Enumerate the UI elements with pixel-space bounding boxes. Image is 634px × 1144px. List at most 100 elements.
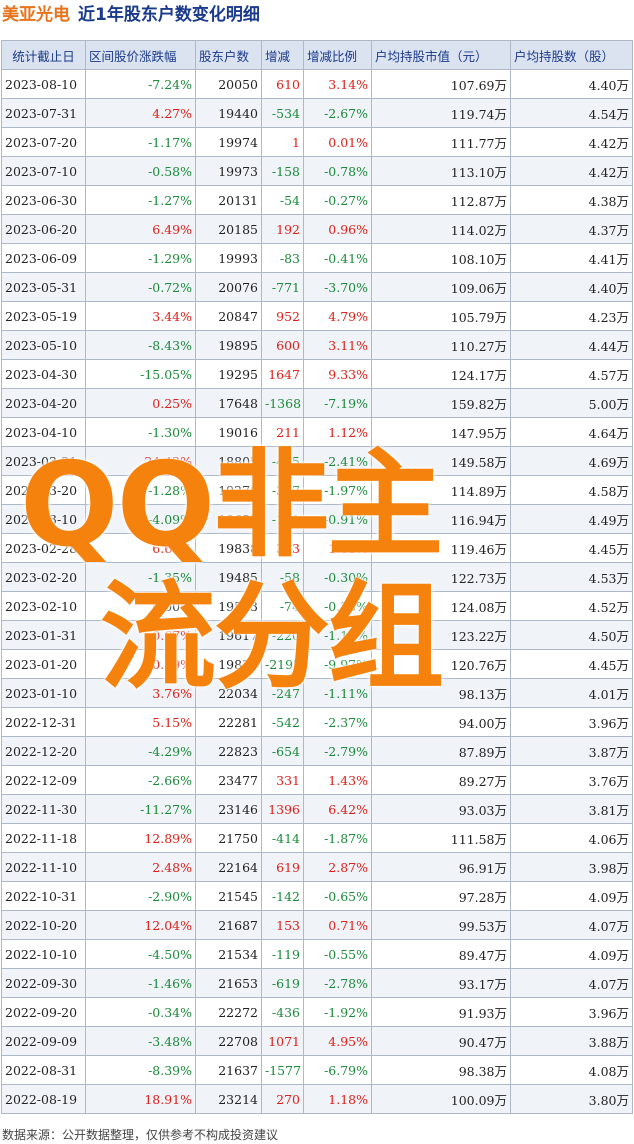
table-cell: -142 (261, 881, 304, 911)
table-cell: -7.19% (303, 388, 372, 418)
table-cell: 12.89% (85, 823, 196, 853)
table-cell: 2022-12-20 (1, 736, 86, 766)
table-cell: -1.46% (85, 968, 196, 998)
table-cell: -1.28% (85, 475, 196, 505)
table-row: 2022-12-20 -4.29% 22823 -654 -2.79% 87.89万 3.8… (1, 736, 633, 766)
table-cell: 4.09万 (510, 939, 633, 969)
table-cell: 19485 (195, 562, 262, 592)
table-cell: 19440 (195, 98, 262, 128)
table-cell: 1647 (261, 359, 304, 389)
table-cell: -1.27% (85, 185, 196, 215)
table-cell: -0.38% (303, 591, 372, 621)
table-cell: -619 (261, 968, 304, 998)
col-header: 户均持股市值（元） (371, 40, 511, 70)
table-cell: 4.79% (303, 301, 372, 331)
table-cell: 2023-04-10 (1, 417, 86, 447)
table-cell: 2023-06-20 (1, 214, 86, 244)
table-cell: 22164 (195, 852, 262, 882)
table-cell: 2022-08-31 (1, 1055, 86, 1085)
table-row: 2022-12-31 5.15% 22281 -542 -2.37% 94.00万 3.96… (1, 707, 633, 737)
table-cell: 18805 (195, 446, 262, 476)
table-cell: -2.90% (85, 881, 196, 911)
stock-name: 美亚光电 (2, 5, 70, 25)
table-cell: 87.89万 (371, 736, 511, 766)
table-cell: 19270 (195, 475, 262, 505)
table-cell: 4.57万 (510, 359, 633, 389)
table-row: 2023-05-10 -8.43% 19895 600 3.11% 110.27万 4.44… (1, 330, 633, 360)
table-cell: -11.27% (85, 794, 196, 824)
table-cell: 0.71% (303, 910, 372, 940)
table-cell: 4.49万 (510, 504, 633, 534)
table-cell: 21750 (195, 823, 262, 853)
table-cell: -7.24% (85, 69, 196, 99)
table-cell: 2022-12-09 (1, 765, 86, 795)
table-cell: 3.76万 (510, 765, 633, 795)
table-cell: -1577 (261, 1055, 304, 1085)
table-cell: 6.49% (85, 214, 196, 244)
table-cell: 159.82万 (371, 388, 511, 418)
table-row: 2023-07-20 -1.17% 19974 1 0.01% 111.77万 4.42万 (1, 127, 633, 157)
table-cell: 2023-06-09 (1, 243, 86, 273)
table-cell: 2022-11-18 (1, 823, 86, 853)
table-cell: 19973 (195, 156, 262, 186)
table-cell: -1.11% (303, 678, 372, 708)
table-cell: 331 (261, 765, 304, 795)
table-cell: 22272 (195, 997, 262, 1027)
table-cell: -0.58% (85, 156, 196, 186)
table-cell: 4.50万 (510, 620, 633, 650)
table-row: 2022-08-19 18.91% 23214 270 1.18% 100.09万 3.80… (1, 1084, 633, 1114)
table-cell: 2022-10-31 (1, 881, 86, 911)
table-row: 2022-10-31 -2.90% 21545 -142 -0.65% 97.28万 4.0… (1, 881, 633, 911)
table-row: 2023-02-28 6.68% 19838 353 1.81% 119.46万 4.45万 (1, 533, 633, 563)
table-cell: 19837 (195, 649, 262, 679)
table-cell: 3.88万 (510, 1026, 633, 1056)
table-cell: 2022-11-10 (1, 852, 86, 882)
table-cell: -9.97% (303, 649, 372, 679)
table-cell: 2022-09-09 (1, 1026, 86, 1056)
table-cell: 4.53万 (510, 562, 633, 592)
table-row: 2022-09-09 -3.48% 22708 1071 4.95% 90.47万 3.88… (1, 1026, 633, 1056)
table-body: 2023-08-10 -7.24% 20050 610 3.14% 107.69万 4.40… (1, 69, 633, 1114)
table-cell: -2.66% (85, 765, 196, 795)
table-cell: 4.54万 (510, 98, 633, 128)
table-row: 2022-11-30 -11.27% 23146 1396 6.42% 93.03万 3.8… (1, 794, 633, 824)
table-cell: 2023-07-10 (1, 156, 86, 186)
table-cell: 2022-11-30 (1, 794, 86, 824)
table-cell: -15.05% (85, 359, 196, 389)
table-row: 2023-08-10 -7.24% 20050 610 3.14% 107.69万 4.40… (1, 69, 633, 99)
table-cell: 19993 (195, 243, 262, 273)
col-header: 统计截止日 (1, 40, 86, 70)
table-cell: -0.41% (303, 243, 372, 273)
table-cell: 21545 (195, 881, 262, 911)
table-cell: 119.46万 (371, 533, 511, 563)
col-header: 增减 (261, 40, 304, 70)
table-row: 2022-10-10 -4.50% 21534 -119 -0.55% 89.47万 4.0… (1, 939, 633, 969)
table-cell: -1368 (261, 388, 304, 418)
table-cell: 19838 (195, 533, 262, 563)
table-cell: 114.02万 (371, 214, 511, 244)
table-cell: 1.18% (303, 1084, 372, 1114)
table-cell: -1.92% (303, 997, 372, 1027)
table-cell: 2023-04-30 (1, 359, 86, 389)
table-cell: 4.44万 (510, 330, 633, 360)
table-cell: 2023-06-30 (1, 185, 86, 215)
table-cell: 21534 (195, 939, 262, 969)
table-cell: 4.01万 (510, 678, 633, 708)
table-cell: -0.78% (303, 156, 372, 186)
table-cell: 114.89万 (371, 475, 511, 505)
table-row: 2023-05-31 -0.72% 20076 -771 -3.70% 109.06万 4.… (1, 272, 633, 302)
table-cell: 4.69万 (510, 446, 633, 476)
table-cell: -2197 (261, 649, 304, 679)
table-cell: -1.97% (303, 475, 372, 505)
table-cell: -1.35% (85, 562, 196, 592)
table-cell: -465 (261, 446, 304, 476)
table-cell: -8.43% (85, 330, 196, 360)
table-cell: 12.04% (85, 910, 196, 940)
table-cell: 112.87万 (371, 185, 511, 215)
table-row: 2023-07-10 -0.58% 19973 -158 -0.78% 113.10万 4.… (1, 156, 633, 186)
table-cell: 3.81万 (510, 794, 633, 824)
table-row: 2023-07-31 4.27% 19440 -534 -2.67% 119.74万 4.5… (1, 98, 633, 128)
table-cell: 3.96万 (510, 707, 633, 737)
table-cell: 4.06万 (510, 823, 633, 853)
table-cell: 4.08万 (510, 1055, 633, 1085)
